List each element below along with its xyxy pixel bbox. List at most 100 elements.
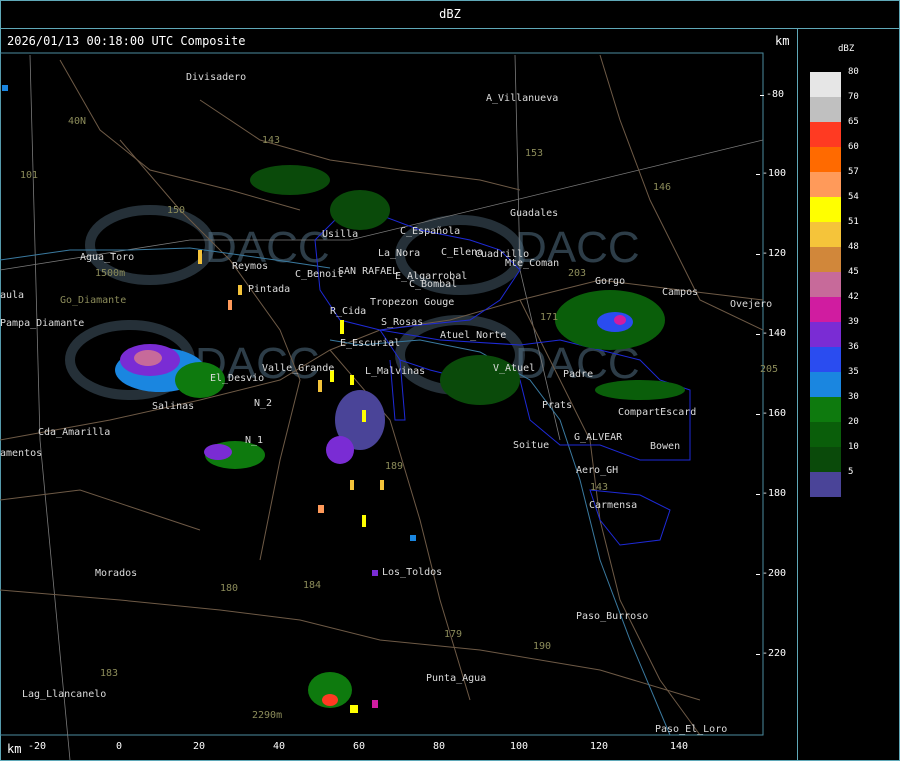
legend-label: 70	[848, 92, 859, 102]
legend-label: 42	[848, 292, 859, 302]
place-label: S_Rosas	[381, 317, 424, 328]
place-label: amentos	[0, 448, 43, 459]
legend-label: 60	[848, 142, 859, 152]
place-label: Morados	[95, 568, 138, 579]
place-label: 184	[303, 580, 322, 591]
echo-cell	[134, 350, 162, 366]
place-label: 179	[444, 629, 463, 640]
place-label: 205	[760, 364, 779, 375]
legend-swatch	[810, 247, 841, 272]
place-label: Paso_Burroso	[576, 611, 649, 622]
echo-pixel	[350, 705, 358, 713]
place-label: 171	[540, 312, 559, 323]
legend-label: 45	[848, 267, 859, 277]
echo-pixel	[410, 535, 416, 541]
place-label: Agua_Toro	[80, 252, 135, 263]
y-tick: -220	[755, 648, 787, 659]
place-label: Lag_Llancanelo	[22, 689, 107, 700]
boundary	[589, 489, 671, 546]
place-label: Punta_Agua	[426, 673, 487, 684]
echo-pixel	[380, 480, 384, 490]
x-tick: 0	[116, 741, 123, 752]
timestamp-label: 2026/01/13 00:18:00 UTC Composite	[7, 34, 246, 48]
km-label-bottom: km	[7, 742, 22, 756]
place-label: Soitue	[513, 440, 550, 451]
radar-map[interactable]: DACC DACC DACC DACC	[0, 0, 900, 761]
road	[0, 489, 201, 531]
legend-label: 35	[848, 367, 859, 377]
y-tick: -180	[755, 488, 787, 499]
place-label: 40N	[68, 116, 87, 127]
place-label: 143	[262, 135, 281, 146]
legend-label: 20	[848, 417, 859, 427]
place-label: N_2	[254, 398, 273, 409]
x-tick: 120	[590, 741, 609, 752]
place-label: C_Bombal	[409, 279, 458, 290]
place-label: C_Benoit	[295, 269, 344, 280]
x-tick: 20	[193, 741, 206, 752]
place-label: CompartEscard	[618, 407, 697, 418]
place-label: A_Villanueva	[486, 93, 559, 104]
place-label: Ovejero	[730, 299, 773, 310]
legend-swatch	[810, 222, 841, 247]
place-label: Cda_Amarilla	[38, 427, 111, 438]
echo-pixel	[372, 700, 378, 708]
place-label: Go_Diamante	[60, 295, 127, 306]
place-label: Prats	[542, 400, 573, 411]
y-tick: -160	[755, 408, 787, 419]
x-tick: 140	[670, 741, 689, 752]
km-label-top: km	[775, 34, 790, 48]
place-label: E_Escurial	[340, 338, 401, 349]
place-label: Bowen	[650, 441, 681, 452]
place-label: 101	[20, 170, 39, 181]
place-label: 146	[653, 182, 672, 193]
place-label: La_Nora	[378, 248, 421, 259]
legend-label: 30	[848, 392, 859, 402]
echo-pixel	[238, 285, 242, 295]
place-label: Campos	[662, 287, 699, 298]
echo-pixel	[350, 375, 354, 385]
echo-pixel	[318, 505, 324, 513]
place-label: Carmensa	[589, 500, 638, 511]
legend-label: 10	[848, 442, 859, 452]
x-tick: 60	[353, 741, 366, 752]
legend-swatch	[810, 297, 841, 322]
place-label: Pintada	[248, 284, 291, 295]
legend-swatch	[810, 372, 841, 397]
place-label: Paso_El_Loro	[655, 724, 728, 735]
place-label: C_Española	[400, 226, 461, 237]
place-label: 143	[590, 482, 609, 493]
legend-swatch	[810, 472, 841, 497]
echo-cell	[204, 444, 232, 460]
echo-cell	[250, 165, 330, 195]
legend-label: 80	[848, 67, 859, 77]
legend-swatch	[810, 322, 841, 347]
place-label: 1500m	[95, 268, 126, 279]
place-label: Los_Toldos	[382, 567, 443, 578]
place-label: 190	[533, 641, 552, 652]
echo-cell	[614, 315, 626, 325]
place-label: G_ALVEAR	[574, 432, 623, 443]
place-label: Gorgo	[595, 276, 626, 287]
place-label: El_Desvio	[210, 373, 265, 384]
y-tick: -80	[759, 89, 785, 100]
x-tick: 100	[510, 741, 529, 752]
place-label: Pampa_Diamante	[0, 318, 85, 329]
legend-unit: dBZ	[838, 44, 855, 54]
grid-line	[29, 54, 71, 761]
echo-pixel	[228, 300, 232, 310]
legend-label: 39	[848, 317, 859, 327]
legend-label: 5	[848, 467, 854, 477]
y-tick: -140	[755, 328, 787, 339]
place-label: SAN RAFAEL	[338, 266, 399, 277]
legend-label: 48	[848, 242, 859, 252]
legend-swatch	[810, 172, 841, 197]
echo-pixel	[372, 570, 378, 576]
place-label: Reymos	[232, 261, 269, 272]
place-label: Atuel_Norte	[440, 330, 507, 341]
place-label: 183	[100, 668, 119, 679]
legend-swatch	[810, 147, 841, 172]
place-label: V_Atuel	[493, 363, 536, 374]
y-tick: -100	[755, 168, 787, 179]
place-label: 203	[568, 268, 587, 279]
